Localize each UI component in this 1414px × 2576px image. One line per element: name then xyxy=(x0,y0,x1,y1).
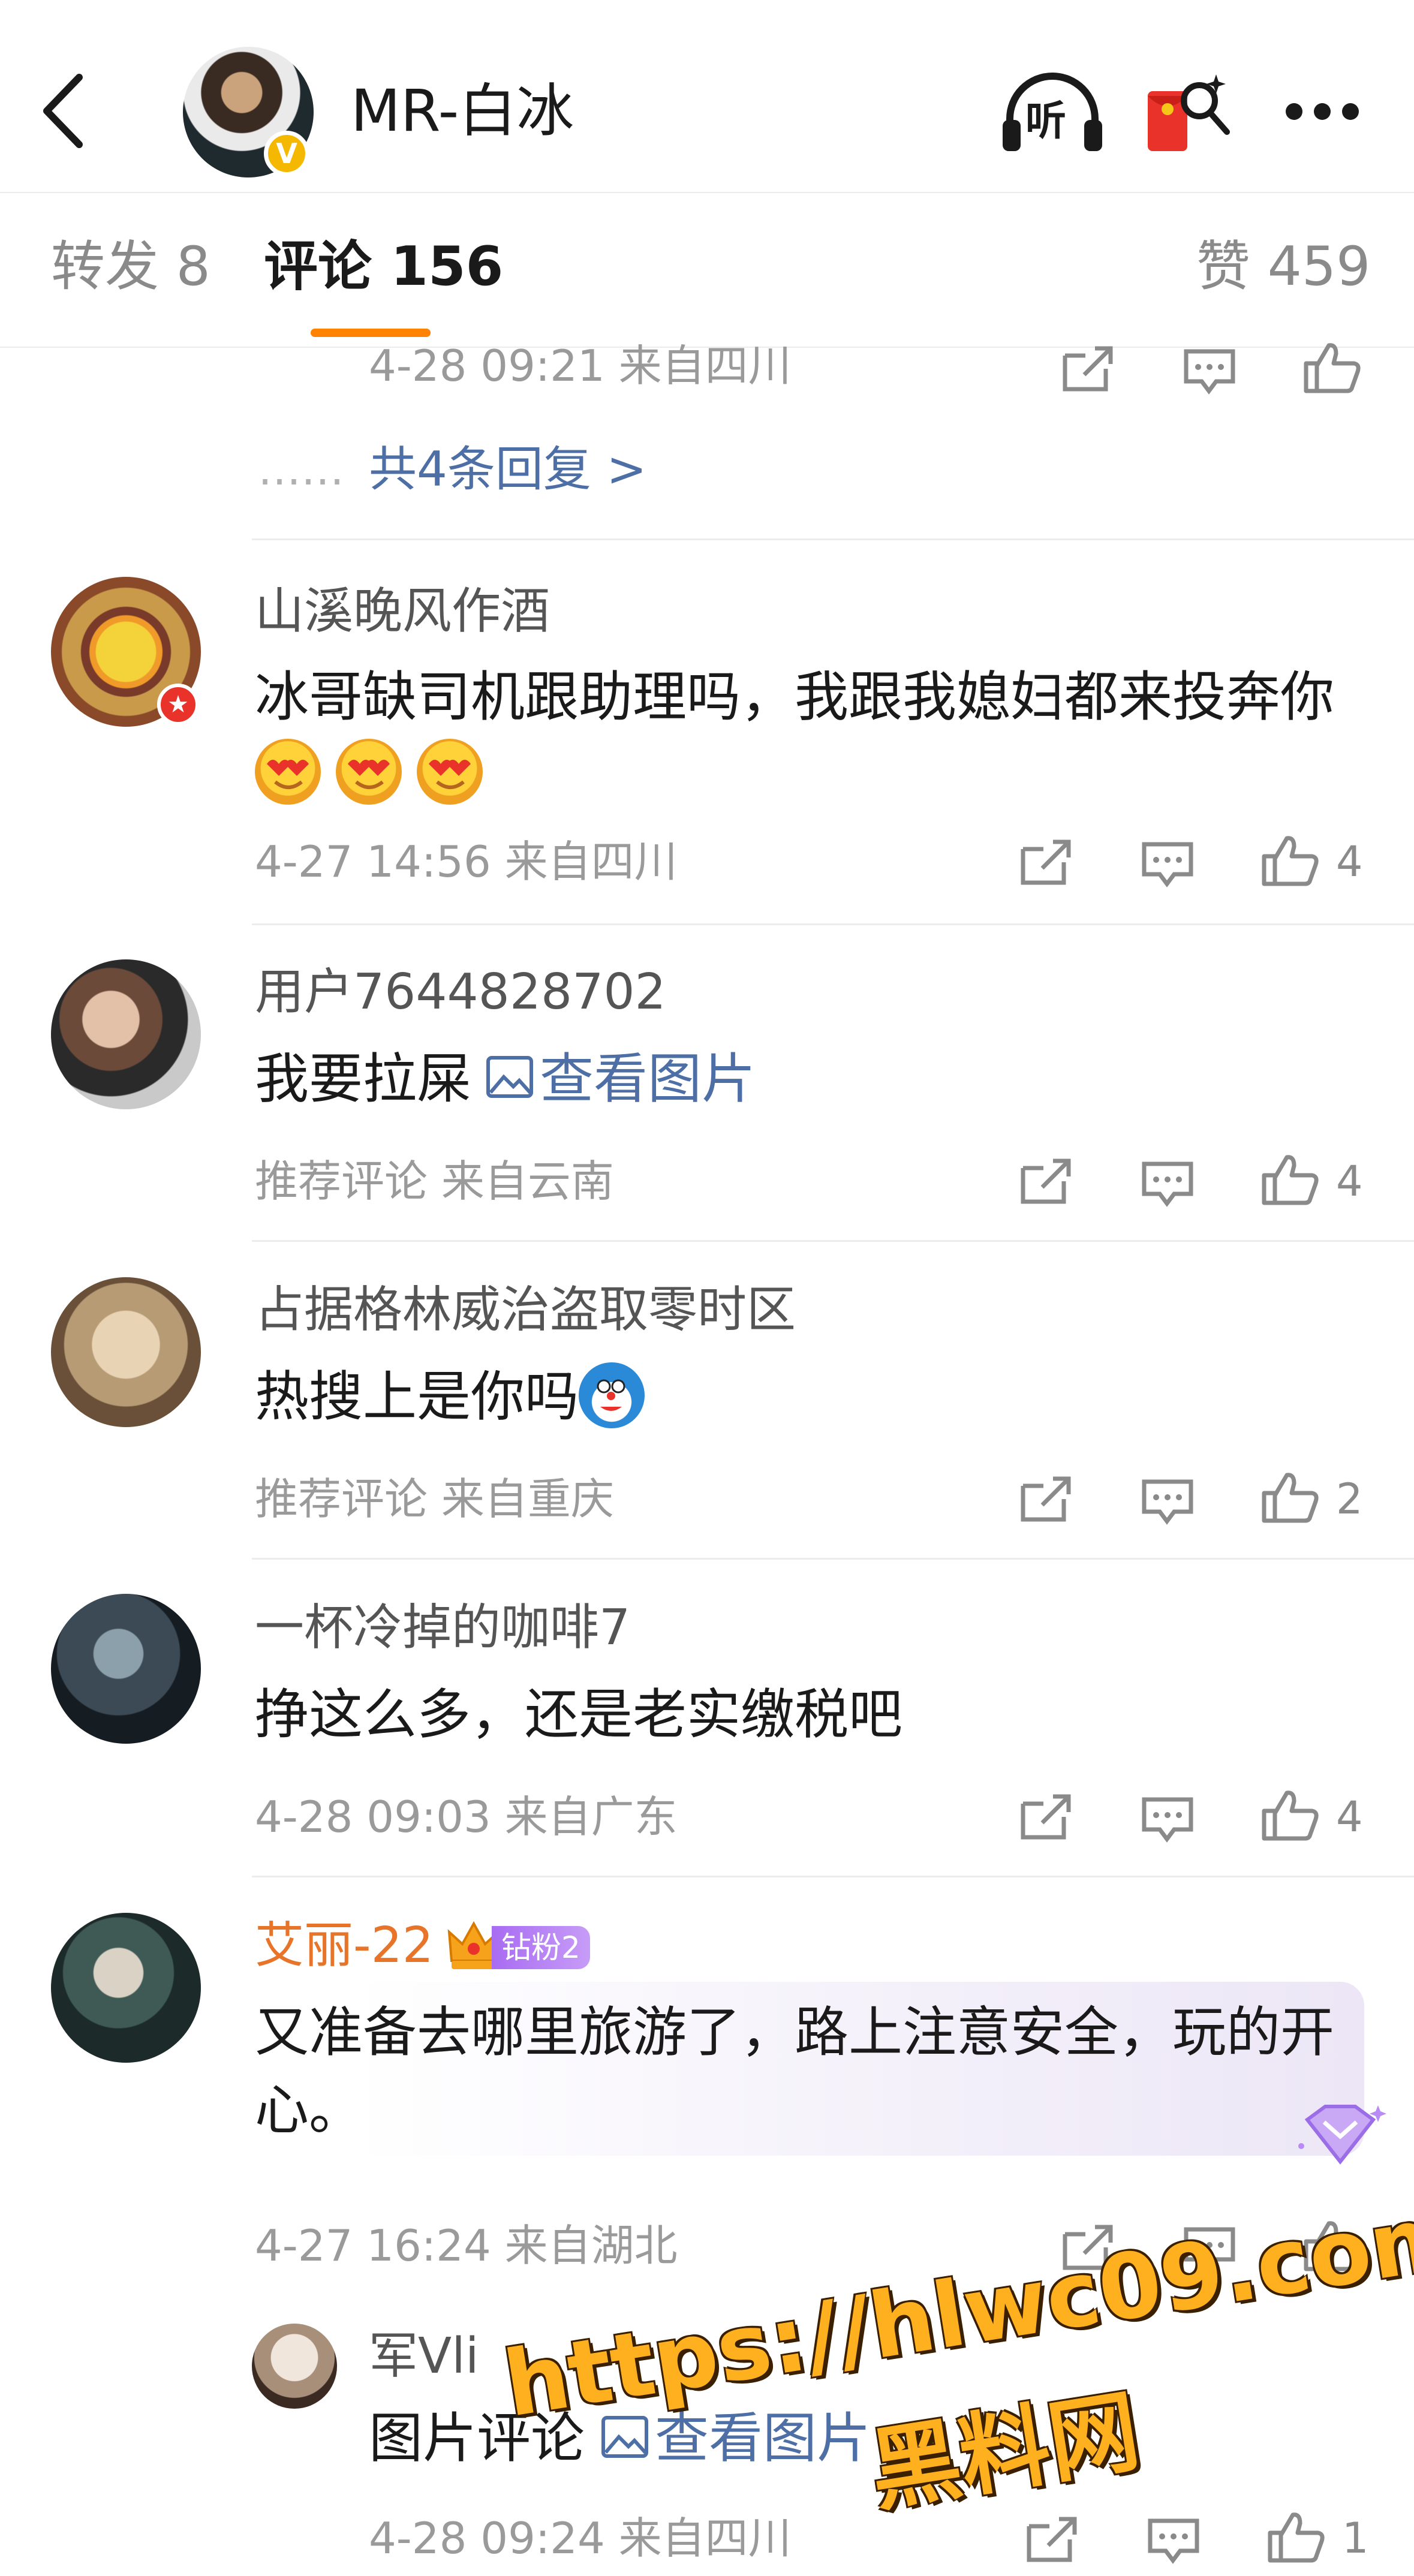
fan-badge[interactable]: 钻粉2 xyxy=(492,1926,590,1969)
comment-meta: 4-28 09:03 来自广东 xyxy=(255,1792,678,1842)
comment-author[interactable]: 一杯冷掉的咖啡7 xyxy=(255,1598,630,1658)
comment-meta: 4-27 14:56 来自四川 xyxy=(255,836,678,887)
red-packet-icon xyxy=(1148,74,1230,151)
share-icon[interactable] xyxy=(1019,1475,1073,1523)
comment-meta: 4-28 09:21 来自四川 xyxy=(369,341,792,391)
comment-meta: 推荐评论 来自云南 xyxy=(255,1156,614,1206)
share-icon[interactable] xyxy=(1025,2515,1079,2563)
reply-meta: 4-28 09:24 来自四川 xyxy=(369,2513,792,2563)
more-replies-link[interactable]: 共4条回复 > xyxy=(369,440,646,499)
comment-text: 挣这么多，还是老实缴税吧 xyxy=(255,1683,902,1746)
active-tab-indicator xyxy=(311,329,431,337)
divider xyxy=(252,923,1414,925)
like-count: 4 xyxy=(1336,1792,1363,1841)
listen-label: 听 xyxy=(1025,98,1067,145)
comment-icon[interactable] xyxy=(1147,2517,1201,2565)
diamond-icon xyxy=(1298,2105,1386,2165)
heart-eyes-emoji-icon xyxy=(255,739,321,805)
view-image-link[interactable]: 查看图片 xyxy=(655,2400,871,2478)
share-icon[interactable] xyxy=(1019,838,1073,886)
comment-icon[interactable] xyxy=(1183,348,1237,396)
like-count: 2 xyxy=(1336,1474,1363,1524)
comment-text: 又准备去哪里旅游了，路上注意安全，玩的开 xyxy=(255,2001,1334,2064)
more-dots: …… xyxy=(258,444,344,495)
divider xyxy=(252,538,1414,540)
avatar[interactable] xyxy=(51,959,201,1109)
comment-meta: 4-27 16:24 来自湖北 xyxy=(255,2220,678,2271)
share-icon[interactable] xyxy=(1019,1793,1073,1841)
share-icon[interactable] xyxy=(1019,1157,1073,1205)
like-icon[interactable] xyxy=(1266,2510,1326,2564)
comment-author[interactable]: 用户7644828702 xyxy=(255,962,666,1022)
comment-text: 心。 xyxy=(255,2079,363,2142)
tab-repost[interactable]: 转发 8 xyxy=(51,231,210,303)
more-icon[interactable] xyxy=(1283,101,1361,122)
red-packet-button[interactable] xyxy=(1144,70,1234,154)
like-icon[interactable] xyxy=(1260,1470,1320,1524)
heart-eyes-emoji-icon xyxy=(417,739,483,805)
image-icon[interactable] xyxy=(486,1055,534,1100)
comment-icon[interactable] xyxy=(1141,1160,1195,1208)
divider xyxy=(252,1558,1414,1560)
like-count: 4 xyxy=(1336,837,1363,886)
comment-author[interactable]: 山溪晚风作酒 xyxy=(255,582,550,642)
comment-text: 热搜上是你吗 xyxy=(255,1365,579,1428)
reply-author[interactable]: 军Vli xyxy=(369,2327,479,2387)
like-icon[interactable] xyxy=(1260,833,1320,887)
tab-comments[interactable]: 评论 156 xyxy=(264,231,503,303)
comment-text: 我要拉屎 xyxy=(255,1048,471,1111)
back-icon[interactable] xyxy=(42,74,90,148)
comment-author[interactable]: 占据格林威治盗取零时区 xyxy=(255,1280,796,1340)
avatar[interactable] xyxy=(51,1594,201,1744)
comment-icon[interactable] xyxy=(1141,1796,1195,1844)
comment-text: 冰哥缺司机跟助理吗，我跟我媳妇都来投奔你 xyxy=(255,666,1334,729)
verified-badge: V xyxy=(264,131,309,176)
username[interactable]: MR-白冰 xyxy=(351,75,574,147)
divider xyxy=(252,1240,1414,1242)
avatar[interactable] xyxy=(51,1913,201,2063)
comment-icon[interactable] xyxy=(1141,1478,1195,1526)
view-image-link[interactable]: 查看图片 xyxy=(540,1040,756,1118)
watermark-site: 黑料网 xyxy=(863,2379,1147,2524)
comment-icon[interactable] xyxy=(1141,841,1195,889)
comment-meta: 推荐评论 来自重庆 xyxy=(255,1474,614,1524)
tab-likes[interactable]: 赞 459 xyxy=(1196,231,1370,303)
avatar[interactable] xyxy=(51,1277,201,1427)
like-count: 1 xyxy=(1342,2514,1369,2563)
avatar[interactable] xyxy=(252,2324,337,2409)
doraemon-emoji-icon xyxy=(579,1362,645,1428)
like-icon[interactable] xyxy=(1260,1152,1320,1206)
share-icon[interactable] xyxy=(1061,345,1115,393)
heart-eyes-emoji-icon xyxy=(336,739,402,805)
like-count: 4 xyxy=(1336,1157,1363,1206)
listen-button[interactable]: 听 xyxy=(1001,71,1103,155)
like-icon[interactable] xyxy=(1260,1788,1320,1842)
comment-author[interactable]: 艾丽-22 xyxy=(255,1916,434,1976)
divider xyxy=(252,1876,1414,1877)
like-icon[interactable] xyxy=(1302,341,1362,395)
member-badge-icon: ★ xyxy=(157,684,199,726)
